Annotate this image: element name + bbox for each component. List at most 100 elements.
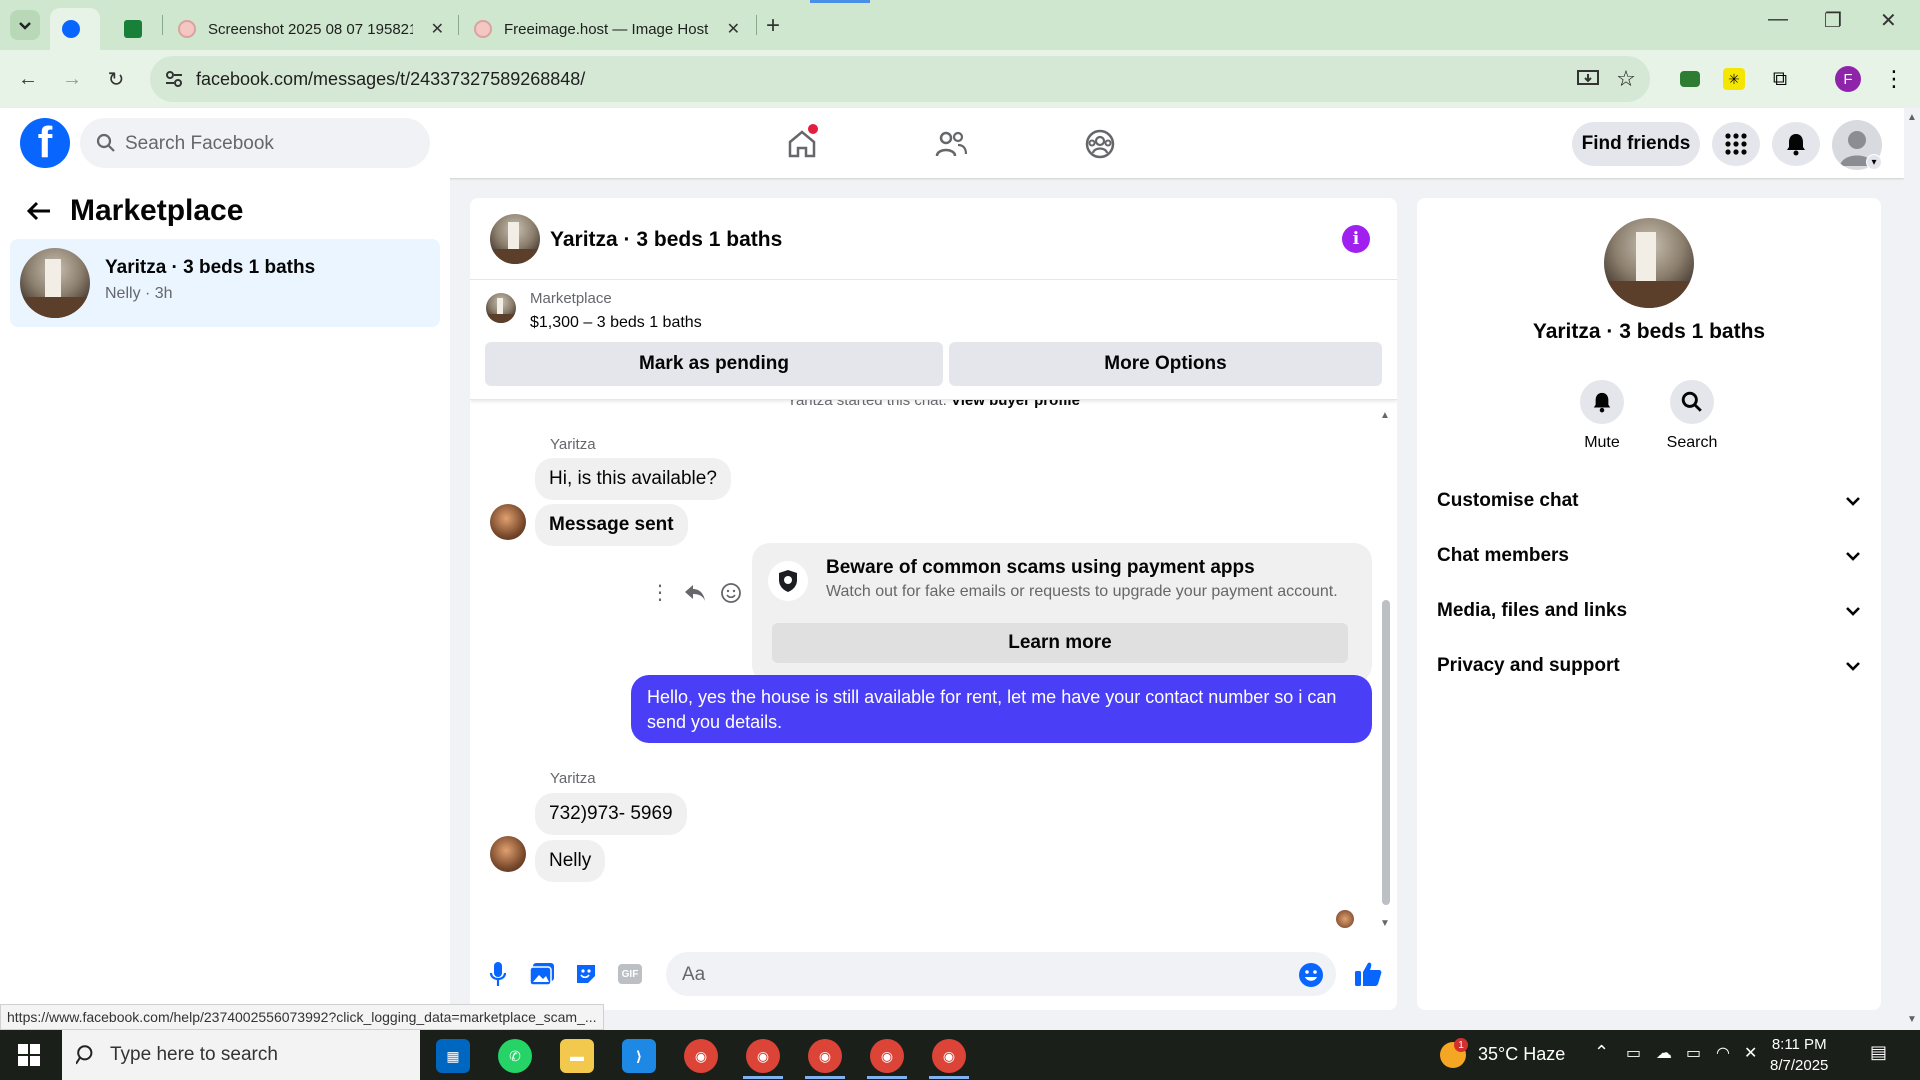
new-tab-icon[interactable]: + [766,12,780,40]
site-settings-icon[interactable] [164,69,184,89]
scroll-up-icon[interactable]: ▲ [1380,410,1390,421]
tab-screenshot[interactable]: Screenshot 2025 08 07 195821 ✕ [166,8,456,50]
scroll-down-icon[interactable]: ▼ [1380,918,1390,929]
wifi-icon[interactable]: ◠ [1716,1043,1730,1063]
reply-icon[interactable] [684,584,706,602]
tab-freeimage[interactable]: Freeimage.host — Image Hostin ✕ [462,8,752,50]
tab-sheets[interactable] [112,8,152,50]
chat-profile-avatar[interactable] [1604,218,1694,308]
chrome-icon[interactable]: ◉ [684,1039,718,1073]
show-hidden-icons-icon[interactable]: ⌃ [1594,1042,1609,1063]
notification-center-icon[interactable]: ▤ [1870,1042,1887,1063]
scroll-down-icon[interactable]: ▼ [1907,1014,1917,1025]
nav-home[interactable] [782,124,822,164]
learn-more-button[interactable]: Learn more [772,623,1348,663]
taskbar-search-input[interactable]: Type here to search [62,1030,420,1080]
chrome-profile-icon[interactable]: ◉ [932,1039,966,1073]
minimize-icon[interactable]: — [1768,8,1788,31]
windows-taskbar: Type here to search ▦ ✆ ▬ ⟩ ◉ ◉ ◉ ◉ ◉ 1 … [0,1030,1920,1080]
volume-muted-icon[interactable]: ✕ [1744,1043,1757,1063]
warning-title: Beware of common scams using payment app… [826,557,1255,578]
menu-grid-button[interactable] [1712,122,1760,166]
nav-friends[interactable] [931,124,971,164]
battery-icon[interactable]: ▭ [1686,1043,1701,1063]
weather-text[interactable]: 35°C Haze [1478,1044,1565,1065]
whatsapp-icon[interactable]: ✆ [498,1039,532,1073]
account-chevron-icon[interactable]: ▾ [1866,154,1882,170]
address-bar[interactable]: facebook.com/messages/t/2433732758926884… [150,56,1650,102]
extensions-puzzle-icon[interactable]: ⧉ [1766,65,1794,93]
listing-price[interactable]: $1,300 – 3 beds 1 baths [530,314,702,332]
chrome-profile-icon[interactable]: ◉ [808,1039,842,1073]
more-dots-icon[interactable]: ⋮ [650,580,670,605]
browser-menu-icon[interactable]: ⋮ [1880,65,1908,93]
page-scrollbar[interactable]: ▲ ▼ [1904,108,1920,1030]
install-app-icon[interactable] [1574,65,1602,93]
gif-icon[interactable]: GIF [616,960,644,988]
media-files-links-row[interactable]: Media, files and links [1437,591,1861,631]
windows-start-icon[interactable] [18,1044,40,1071]
search-facebook-input[interactable]: Search Facebook [80,118,430,168]
conversation-item[interactable]: Yaritza · 3 beds 1 baths Nelly · 3h [10,239,440,327]
more-options-button[interactable]: More Options [949,342,1382,386]
restore-icon[interactable]: ❐ [1824,8,1842,33]
chat-title[interactable]: Yaritza · 3 beds 1 baths [550,228,782,252]
incoming-message[interactable]: Hi, is this available? [535,458,731,500]
find-friends-button[interactable]: Find friends [1572,122,1700,166]
emoji-icon[interactable] [1298,962,1324,988]
notifications-button[interactable] [1772,122,1820,166]
chrome-profile-icon[interactable]: ◉ [870,1039,904,1073]
facebook-logo[interactable]: f [20,118,70,168]
chat-scroll-thumb[interactable] [1382,600,1390,905]
scroll-up-icon[interactable]: ▲ [1907,112,1917,123]
customise-chat-row[interactable]: Customise chat [1437,481,1861,521]
onedrive-icon[interactable]: ☁ [1656,1043,1672,1063]
tab-title: Freeimage.host — Image Hostin [504,20,709,38]
extension-green-icon[interactable] [1676,65,1704,93]
vscode-icon[interactable]: ⟩ [622,1039,656,1073]
incoming-message[interactable]: Message sent [535,504,688,546]
sender-avatar[interactable] [490,504,526,540]
system-clock[interactable]: 8:11 PM 8/7/2025 [1770,1034,1828,1076]
extension-yellow-icon[interactable]: ✳ [1720,65,1748,93]
file-explorer-icon[interactable]: ▬ [560,1039,594,1073]
close-tab-icon[interactable]: ✕ [431,19,444,39]
nav-groups[interactable] [1080,124,1120,164]
notification-dot [808,124,818,134]
search-in-chat-button[interactable]: Search [1652,380,1732,452]
window-close-icon[interactable]: ✕ [1880,8,1897,33]
incoming-message[interactable]: Nelly [535,840,606,882]
chrome-profile-icon[interactable]: ◉ [746,1039,780,1073]
thumbs-up-icon[interactable] [1354,960,1382,988]
reload-icon[interactable]: ↻ [102,65,130,93]
back-arrow-icon[interactable]: ← [14,65,42,93]
message-input[interactable]: Aa [666,952,1336,996]
meet-now-icon[interactable]: ▭ [1626,1043,1641,1063]
back-arrow-icon[interactable] [26,200,52,227]
mute-button[interactable]: Mute [1562,380,1642,452]
chat-members-row[interactable]: Chat members [1437,536,1861,576]
microsoft-store-icon[interactable]: ▦ [436,1039,470,1073]
taskbar-search-placeholder: Type here to search [110,1044,278,1065]
listing-thumbnail[interactable] [486,293,516,323]
tab-facebook[interactable] [50,8,100,50]
chat-avatar[interactable] [490,214,540,264]
sticker-icon[interactable] [572,960,600,988]
microphone-icon[interactable] [484,960,512,988]
react-smiley-icon[interactable] [720,582,742,604]
info-icon[interactable]: i [1342,225,1370,253]
tab-search-button[interactable] [10,10,40,40]
bookmark-star-icon[interactable]: ☆ [1612,65,1640,93]
tab-separator [756,15,757,35]
sender-avatar[interactable] [490,836,526,872]
close-tab-icon[interactable]: ✕ [727,19,740,39]
privacy-support-row[interactable]: Privacy and support [1437,646,1861,686]
view-buyer-profile-link[interactable]: View buyer profile [951,400,1080,409]
incoming-message[interactable]: 732)973- 5969 [535,793,687,835]
profile-button[interactable]: F [1834,65,1862,93]
chevron-down-icon [1846,552,1860,561]
outgoing-message[interactable]: Hello, yes the house is still available … [631,675,1372,743]
mark-as-pending-button[interactable]: Mark as pending [485,342,943,386]
photo-icon[interactable] [528,960,556,988]
forward-arrow-icon[interactable]: → [58,65,86,93]
